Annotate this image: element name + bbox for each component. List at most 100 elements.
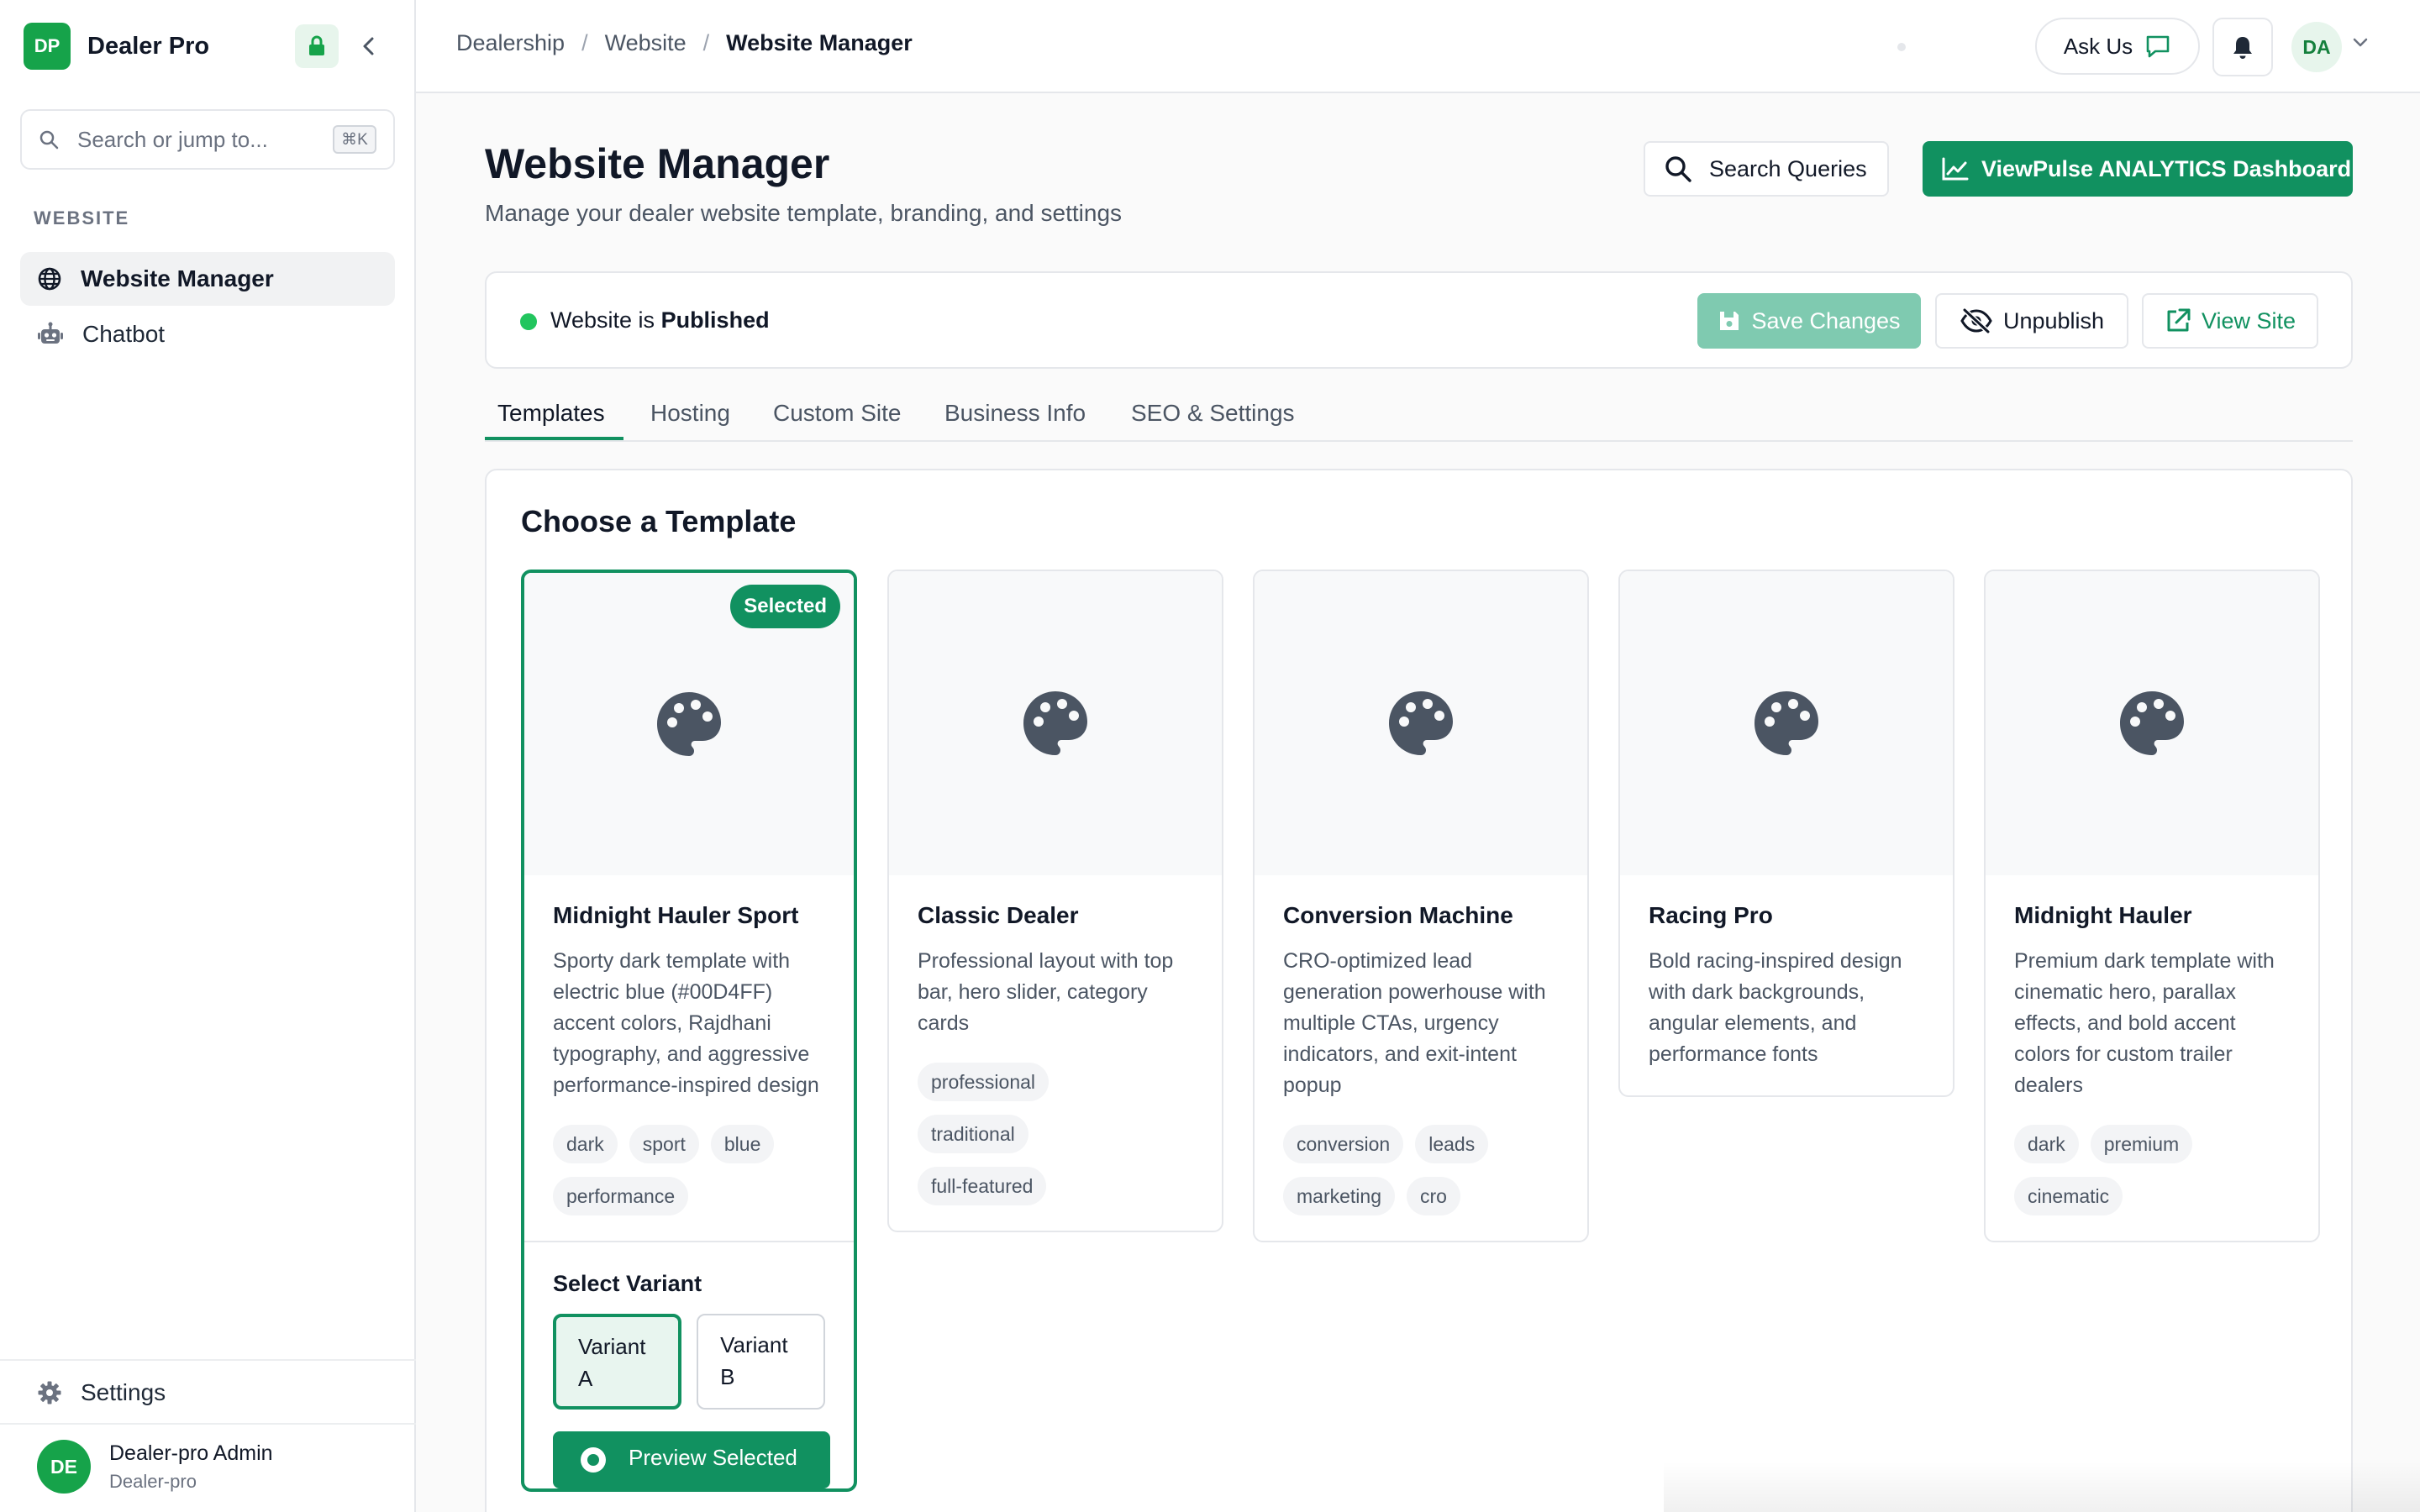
breadcrumb-item-website[interactable]: Website bbox=[605, 30, 687, 56]
tag: conversion bbox=[1283, 1125, 1404, 1163]
tab-templates[interactable]: Templates bbox=[497, 400, 605, 427]
search-queries-button[interactable]: Search Queries bbox=[1644, 141, 1889, 197]
user-name: Dealer-pro Admin bbox=[109, 1441, 273, 1465]
template-preview bbox=[889, 571, 1222, 875]
brand-logo: DP bbox=[24, 23, 71, 70]
ask-us-button[interactable]: Ask Us bbox=[2035, 18, 2200, 75]
sidebar-item-label: Website Manager bbox=[81, 265, 274, 291]
chat-icon bbox=[2146, 35, 2170, 58]
avatar: DE bbox=[37, 1440, 91, 1494]
view-site-button[interactable]: View Site bbox=[2142, 293, 2318, 349]
search-placeholder: Search or jump to... bbox=[77, 126, 268, 152]
variant-a-option[interactable]: Variant A bbox=[553, 1314, 682, 1410]
tab-bar: Templates Hosting Custom Site Business I… bbox=[485, 386, 2353, 442]
palette-icon bbox=[2120, 691, 2184, 755]
tag: traditional bbox=[918, 1115, 1028, 1153]
variant-letter: B bbox=[720, 1364, 735, 1389]
tag: premium bbox=[2090, 1125, 2193, 1163]
breadcrumb-item-current: Website Manager bbox=[726, 30, 913, 55]
template-name: Racing Pro bbox=[1649, 902, 1773, 928]
template-card-classic-dealer[interactable]: Classic Dealer Professional layout with … bbox=[887, 570, 1223, 1232]
template-card-conversion-machine[interactable]: Conversion Machine CRO-optimized lead ge… bbox=[1253, 570, 1589, 1242]
template-card-racing-pro[interactable]: Racing Pro Bold racing-inspired design w… bbox=[1618, 570, 1954, 1097]
active-tab-indicator bbox=[485, 437, 623, 440]
preview-selected-label: Preview Selected bbox=[629, 1445, 797, 1470]
status-text: Website is Published bbox=[550, 307, 770, 333]
notifications-button[interactable] bbox=[2212, 18, 2273, 76]
breadcrumb-separator: / bbox=[702, 30, 710, 55]
template-preview bbox=[1620, 571, 1953, 875]
eye-off-icon bbox=[1960, 307, 1992, 334]
template-description: Bold racing-inspired design with dark ba… bbox=[1649, 949, 1902, 1066]
sidebar-search[interactable]: Search or jump to... ⌘K bbox=[20, 109, 395, 170]
template-preview bbox=[1986, 571, 2318, 875]
lock-button[interactable] bbox=[295, 24, 339, 68]
publish-status-card: Website is Published Save Changes Unpubl… bbox=[485, 271, 2353, 369]
user-org: Dealer-pro bbox=[109, 1470, 197, 1492]
sidebar-header: DP Dealer Pro bbox=[24, 23, 391, 70]
search-shortcut: ⌘K bbox=[333, 125, 376, 154]
page-title: Website Manager bbox=[485, 140, 830, 187]
topbar: Dealership / Website / Website Manager A… bbox=[416, 0, 2420, 93]
template-card-midnight-hauler[interactable]: Midnight Hauler Premium dark template wi… bbox=[1984, 570, 2320, 1242]
breadcrumb: Dealership / Website / Website Manager bbox=[456, 30, 913, 56]
sidebar-item-chatbot[interactable]: Chatbot bbox=[20, 307, 395, 361]
analytics-dashboard-button[interactable]: ViewPulse ANALYTICS Dashboard bbox=[1923, 141, 2353, 197]
chart-line-icon bbox=[1942, 157, 1969, 181]
chevron-down-icon[interactable] bbox=[2352, 37, 2369, 49]
sidebar-item-label: Settings bbox=[81, 1379, 166, 1405]
variant-b-option[interactable]: Variant B bbox=[697, 1314, 825, 1410]
analytics-label: ViewPulse ANALYTICS Dashboard bbox=[1981, 155, 2352, 181]
preview-selected-button[interactable]: Preview Selected bbox=[553, 1431, 830, 1488]
tab-hosting[interactable]: Hosting bbox=[650, 400, 730, 427]
eye-icon bbox=[581, 1447, 606, 1473]
template-description: Professional layout with top bar, hero s… bbox=[918, 949, 1174, 1035]
tab-seo-settings[interactable]: SEO & Settings bbox=[1131, 400, 1295, 427]
tag-list: dark sport blue performance bbox=[553, 1125, 825, 1215]
user-profile[interactable]: DE Dealer-pro Admin Dealer-pro bbox=[37, 1440, 273, 1494]
template-name: Classic Dealer bbox=[918, 902, 1079, 928]
tab-custom-site[interactable]: Custom Site bbox=[773, 400, 902, 427]
unpublish-label: Unpublish bbox=[2002, 307, 2105, 333]
template-preview: Selected bbox=[524, 573, 854, 875]
collapse-sidebar-button[interactable] bbox=[347, 24, 391, 68]
brand-name: Dealer Pro bbox=[87, 32, 210, 60]
template-description: Premium dark template with cinematic her… bbox=[2014, 949, 2275, 1097]
divider bbox=[0, 1423, 416, 1425]
chevron-left-icon bbox=[363, 37, 374, 55]
palette-icon bbox=[1023, 691, 1087, 755]
breadcrumb-item-dealership[interactable]: Dealership bbox=[456, 30, 565, 56]
sidebar-item-settings[interactable]: Settings bbox=[20, 1366, 395, 1420]
tag: full-featured bbox=[918, 1167, 1047, 1205]
template-name: Midnight Hauler bbox=[2014, 902, 2192, 928]
status-badge: Published bbox=[660, 307, 770, 333]
template-preview bbox=[1255, 571, 1587, 875]
tab-business-info[interactable]: Business Info bbox=[944, 400, 1086, 427]
section-title: Choose a Template bbox=[521, 504, 797, 538]
variant-title: Select Variant bbox=[553, 1271, 702, 1296]
breadcrumb-separator: / bbox=[581, 30, 588, 55]
tag-list: conversion leads marketing cro bbox=[1283, 1125, 1559, 1215]
overlay-shadow bbox=[1664, 1462, 2420, 1512]
sidebar-item-website-manager[interactable]: Website Manager bbox=[20, 252, 395, 306]
sidebar-item-label: Chatbot bbox=[82, 321, 166, 347]
tag: cro bbox=[1406, 1177, 1460, 1215]
search-icon bbox=[1665, 156, 1691, 182]
unpublish-button[interactable]: Unpublish bbox=[1935, 293, 2128, 349]
search-icon bbox=[39, 130, 59, 150]
palette-icon bbox=[1754, 691, 1818, 755]
divider bbox=[0, 1359, 416, 1361]
sidebar: DP Dealer Pro Search or jump to... ⌘K WE… bbox=[0, 0, 416, 1512]
palette-icon bbox=[1389, 691, 1453, 755]
template-panel: Choose a Template Selected Midnight Haul… bbox=[485, 469, 2353, 1512]
template-description: Sporty dark template with electric blue … bbox=[553, 949, 819, 1097]
save-changes-label: Save Changes bbox=[1751, 307, 1901, 333]
avatar[interactable]: DA bbox=[2291, 22, 2342, 72]
search-queries-label: Search Queries bbox=[1709, 155, 1867, 181]
save-changes-button[interactable]: Save Changes bbox=[1697, 293, 1921, 349]
template-card-midnight-hauler-sport[interactable]: Selected Midnight Hauler Sport Sporty da… bbox=[521, 570, 857, 1492]
lock-icon bbox=[309, 35, 324, 55]
tag-list: professional traditional full-featured bbox=[918, 1063, 1193, 1205]
ask-us-label: Ask Us bbox=[2063, 33, 2133, 59]
tag-list: dark premium cinematic bbox=[2014, 1125, 2290, 1215]
